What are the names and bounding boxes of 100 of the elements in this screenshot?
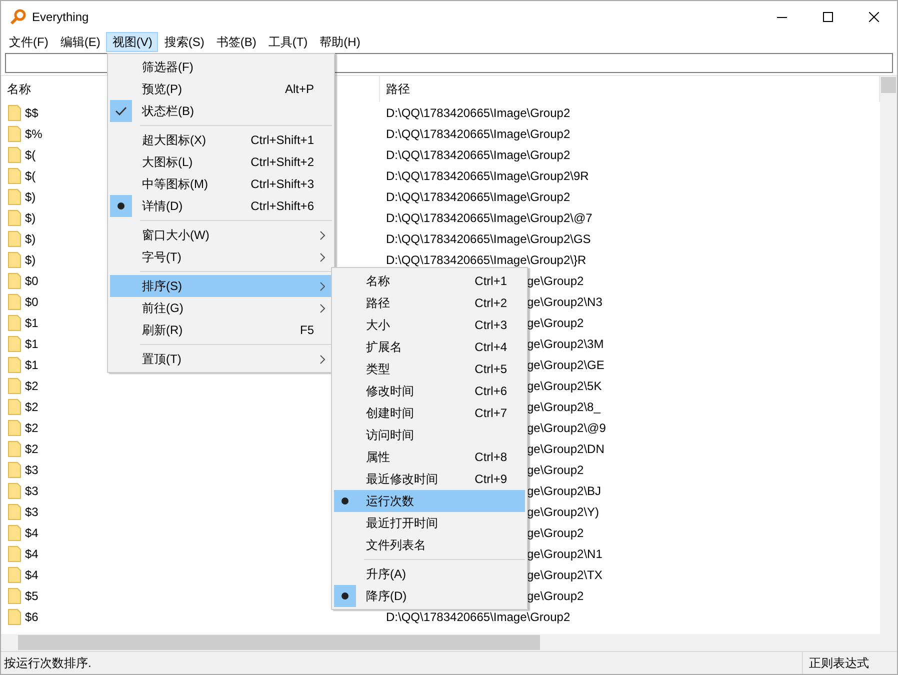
menu-item[interactable]: 大小 Ctrl+3 — [334, 314, 525, 336]
file-path: D:\QQ\1783420665\Image\Group2 — [386, 610, 570, 624]
folder-icon — [8, 126, 21, 142]
file-path: D:\QQ\1783420665\Image\Group2 — [386, 106, 570, 120]
folder-icon — [8, 546, 21, 562]
regex-indicator: 正则表达式 — [802, 652, 897, 674]
chevron-right-icon — [320, 282, 324, 290]
file-path: ge\Group2 — [527, 274, 584, 288]
file-name: $) — [25, 232, 36, 246]
status-message: 按运行次数排序. — [3, 654, 92, 672]
file-path: D:\QQ\1783420665\Image\Group2 — [386, 190, 570, 204]
file-path: D:\QQ\1783420665\Image\Group2\9R — [386, 168, 589, 182]
file-path: ge\Group2\DN — [527, 442, 604, 456]
folder-icon — [8, 294, 21, 310]
folder-icon — [8, 356, 21, 372]
folder-icon — [8, 104, 21, 120]
menu-item[interactable]: 大图标(L) Ctrl+Shift+2 — [110, 151, 332, 173]
menu-bar-item[interactable]: 文件(F) — [3, 32, 54, 52]
file-name: $4 — [25, 526, 38, 540]
file-path: ge\Group2\GE — [527, 358, 604, 372]
menu-bar-item[interactable]: 编辑(E) — [54, 32, 106, 52]
chevron-right-icon — [320, 304, 324, 312]
close-icon — [869, 12, 879, 22]
file-name: $2 — [25, 400, 38, 414]
menu-item[interactable]: 名称 Ctrl+1 — [334, 270, 525, 292]
menu-item[interactable]: 字号(T) — [110, 246, 332, 268]
menu-item[interactable]: 窗口大小(W) — [110, 224, 332, 246]
chevron-right-icon — [320, 252, 324, 262]
folder-icon — [8, 378, 21, 394]
menu-item[interactable]: 最近修改时间 Ctrl+9 — [334, 468, 525, 490]
file-path: ge\Group2\Y) — [527, 504, 600, 518]
file-path: D:\QQ\1783420665\Image\Group2 — [386, 126, 570, 140]
file-name: $0 — [25, 274, 38, 288]
file-name: $1 — [25, 358, 38, 372]
menu-item[interactable]: 扩展名 Ctrl+4 — [334, 336, 525, 358]
menu-item[interactable]: 访问时间 — [334, 424, 525, 446]
menu-item[interactable]: 运行次数 — [334, 490, 525, 512]
folder-icon — [8, 566, 21, 582]
magnifier-icon — [10, 8, 26, 24]
file-path: D:\QQ\1783420665\Image\Group2\GS — [386, 232, 591, 246]
file-path: ge\Group2 — [527, 316, 584, 330]
folder-icon — [8, 504, 21, 520]
folder-icon — [8, 272, 21, 288]
menu-item[interactable]: 最近打开时间 — [334, 512, 525, 534]
menu-item[interactable]: 置顶(T) — [110, 348, 332, 370]
menu-item[interactable]: 前往(G) — [110, 297, 332, 319]
menu-item[interactable]: 文件列表名 — [334, 534, 525, 556]
menu-item[interactable]: 状态栏(B) — [110, 100, 332, 122]
menu-item[interactable]: 筛选器(F) — [110, 56, 332, 78]
window-title: Everything — [32, 10, 89, 24]
file-path: ge\Group2\N3 — [527, 294, 602, 308]
file-path: ge\Group2\8_ — [527, 400, 600, 414]
file-name: $3 — [25, 484, 38, 498]
folder-icon — [8, 608, 21, 624]
file-name: $2 — [25, 442, 38, 456]
folder-icon — [8, 146, 21, 162]
folder-icon — [8, 210, 21, 226]
folder-icon — [8, 482, 21, 498]
menu-item[interactable]: 属性 Ctrl+8 — [334, 446, 525, 468]
file-name: $0 — [25, 294, 38, 308]
menu-item[interactable]: 超大图标(X) Ctrl+Shift+1 — [110, 129, 332, 151]
folder-icon — [8, 524, 21, 540]
menu-item[interactable]: 刷新(R) F5 — [110, 319, 332, 341]
menu-bar-item[interactable]: 视图(V) — [106, 32, 158, 52]
file-name: $5 — [25, 588, 38, 602]
menu-item[interactable]: 降序(D) — [334, 585, 525, 607]
menu-item[interactable]: 预览(P) Alt+P — [110, 78, 332, 100]
vertical-scrollbar[interactable] — [880, 76, 897, 651]
chevron-right-icon — [320, 230, 324, 240]
maximize-icon — [823, 12, 833, 22]
menu-item[interactable]: 升序(A) — [334, 563, 525, 585]
file-path: ge\Group2\3M — [527, 336, 604, 350]
menu-bar-item[interactable]: 书签(B) — [210, 32, 262, 52]
menu-item[interactable]: 详情(D) Ctrl+Shift+6 — [110, 195, 332, 217]
folder-icon — [8, 230, 21, 246]
file-path: ge\Group2\BJ — [527, 484, 602, 498]
menu-bar-item[interactable]: 搜索(S) — [158, 32, 210, 52]
horizontal-scrollbar[interactable] — [1, 634, 880, 651]
menu-item[interactable]: 创建时间 Ctrl+7 — [334, 402, 525, 424]
menu-item[interactable]: 中等图标(M) Ctrl+Shift+3 — [110, 173, 332, 195]
file-name: $( — [25, 168, 36, 182]
menu-bar-item[interactable]: 工具(T) — [262, 32, 314, 52]
folder-icon — [8, 462, 21, 478]
menu-item[interactable]: 排序(S) — [110, 275, 332, 297]
menu-item[interactable]: 修改时间 Ctrl+6 — [334, 380, 525, 402]
file-name: $1 — [25, 336, 38, 350]
folder-icon — [8, 188, 21, 204]
file-name: $4 — [25, 568, 38, 582]
file-path: ge\Group2 — [527, 462, 584, 476]
file-name: $2 — [25, 420, 38, 434]
file-name: $3 — [25, 462, 38, 476]
file-path: ge\Group2\5K — [527, 378, 602, 392]
menu-bar-item[interactable]: 帮助(H) — [314, 32, 366, 52]
menu-item[interactable]: 路径 Ctrl+2 — [334, 292, 525, 314]
folder-icon — [8, 314, 21, 330]
menu-item[interactable]: 类型 Ctrl+5 — [334, 358, 525, 380]
folder-icon — [8, 398, 21, 414]
file-path: ge\Group2 — [527, 588, 584, 602]
folder-icon — [8, 420, 21, 436]
file-name: $) — [25, 210, 36, 224]
